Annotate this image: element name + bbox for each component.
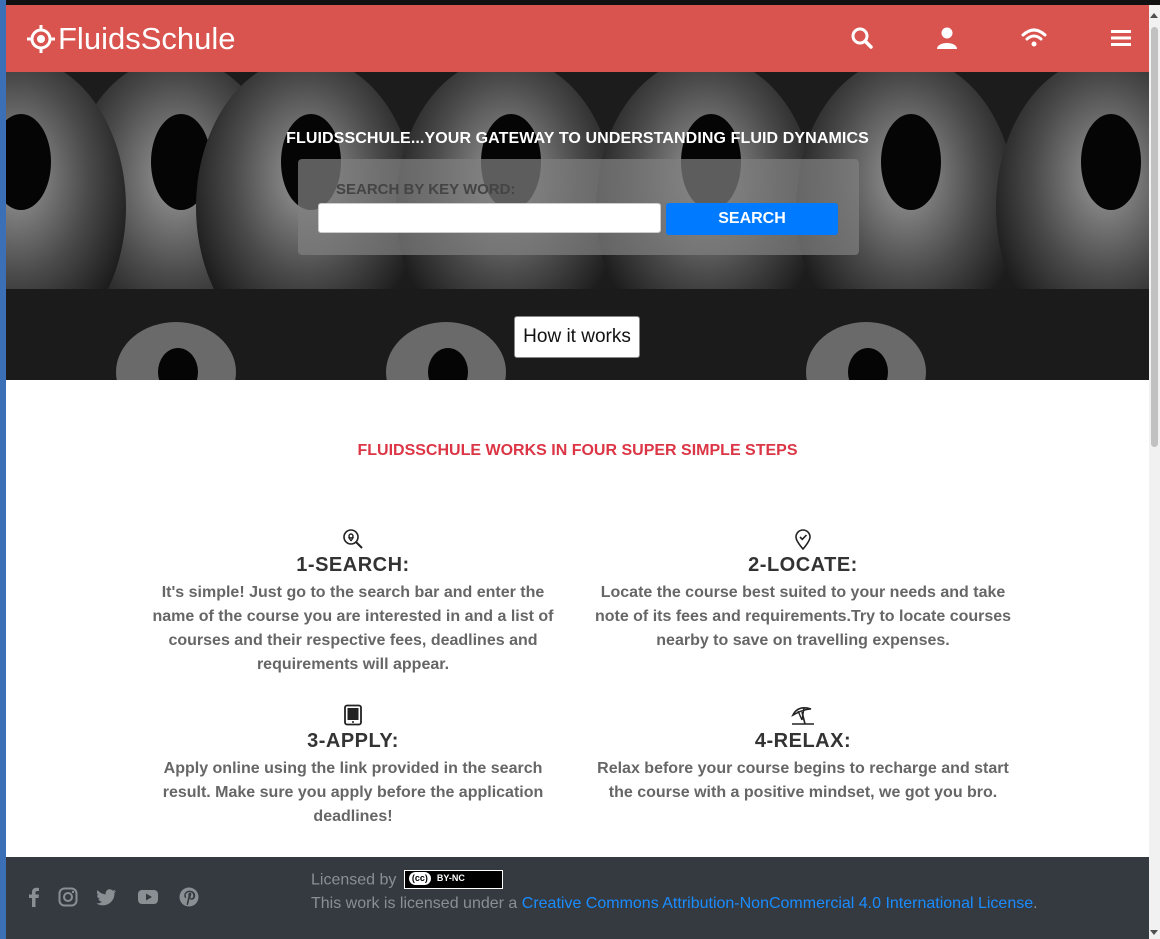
- map-pin-check-icon: [795, 529, 811, 550]
- brand-link[interactable]: FluidsSchule: [26, 21, 235, 57]
- facebook-icon[interactable]: [23, 886, 45, 908]
- footer: Licensed by (cc) BY-NC This work is lice…: [6, 857, 1149, 939]
- step-relax: 4-RELAX: Relax before your course begins…: [593, 704, 1013, 805]
- search-input[interactable]: [318, 203, 661, 233]
- search-label: SEARCH BY KEY WORD:: [336, 181, 516, 198]
- license-link[interactable]: Creative Commons Attribution-NonCommerci…: [522, 895, 1033, 912]
- twitter-icon[interactable]: [95, 886, 117, 908]
- search-location-icon: [343, 529, 363, 549]
- license-statement: This work is licensed under a Creative C…: [311, 895, 1038, 913]
- license-prefix: This work is licensed under a: [311, 895, 522, 912]
- step-title: 3-APPLY:: [307, 730, 399, 752]
- step-title: 4-RELAX:: [754, 730, 852, 752]
- search-icon[interactable]: [849, 25, 875, 51]
- scroll-down-arrow-icon[interactable]: [1150, 930, 1158, 935]
- tablet-icon: [344, 704, 362, 726]
- search-button[interactable]: SEARCH: [666, 203, 838, 235]
- step-search: 1-SEARCH: It's simple! Just go to the se…: [143, 528, 563, 677]
- steps-heading: FLUIDSSCHULE WORKS IN FOUR SUPER SIMPLE …: [357, 442, 798, 459]
- step-description: It's simple! Just go to the search bar a…: [152, 584, 554, 673]
- step-description: Relax before your course begins to recha…: [597, 760, 1009, 801]
- step-locate: 2-LOCATE: Locate the course best suited …: [593, 528, 1013, 653]
- license-suffix: .: [1033, 895, 1038, 912]
- licensed-by-line: Licensed by (cc) BY-NC: [311, 870, 503, 890]
- hero-title: FLUIDSSCHULE...YOUR GATEWAY TO UNDERSTAN…: [286, 130, 869, 147]
- menu-icon[interactable]: [1108, 25, 1134, 51]
- page-scrollbar[interactable]: [1149, 5, 1160, 939]
- brand-name: FluidsSchule: [58, 20, 236, 56]
- step-description: Locate the course best suited to your ne…: [594, 584, 1012, 649]
- cc-by-nc-badge[interactable]: (cc) BY-NC: [403, 870, 503, 889]
- pinterest-icon[interactable]: [178, 886, 200, 908]
- nav-icons: [849, 5, 1149, 72]
- cc-badge-logo: (cc): [408, 872, 431, 885]
- step-apply: 3-APPLY: Apply online using the link pro…: [143, 704, 563, 829]
- step-title: 1-SEARCH:: [296, 554, 410, 576]
- hero-banner: FLUIDSSCHULE...YOUR GATEWAY TO UNDERSTAN…: [6, 72, 1149, 380]
- step-description: Apply online using the link provided in …: [162, 760, 544, 825]
- scroll-up-arrow-icon[interactable]: [1150, 13, 1158, 18]
- navbar: FluidsSchule: [6, 5, 1149, 72]
- user-icon[interactable]: [934, 25, 960, 51]
- licensed-by-label: Licensed by: [311, 871, 397, 889]
- instagram-icon[interactable]: [57, 886, 79, 908]
- how-it-works-button[interactable]: How it works: [514, 316, 640, 358]
- search-panel: SEARCH BY KEY WORD: SEARCH: [298, 159, 859, 255]
- youtube-icon[interactable]: [137, 886, 159, 908]
- scrollbar-thumb[interactable]: [1151, 27, 1158, 447]
- beach-umbrella-icon: [791, 707, 814, 725]
- step-title: 2-LOCATE:: [748, 554, 858, 576]
- wifi-icon[interactable]: [1021, 25, 1047, 51]
- cc-badge-text: BY-NC: [436, 873, 465, 883]
- crosshair-icon: [27, 24, 55, 53]
